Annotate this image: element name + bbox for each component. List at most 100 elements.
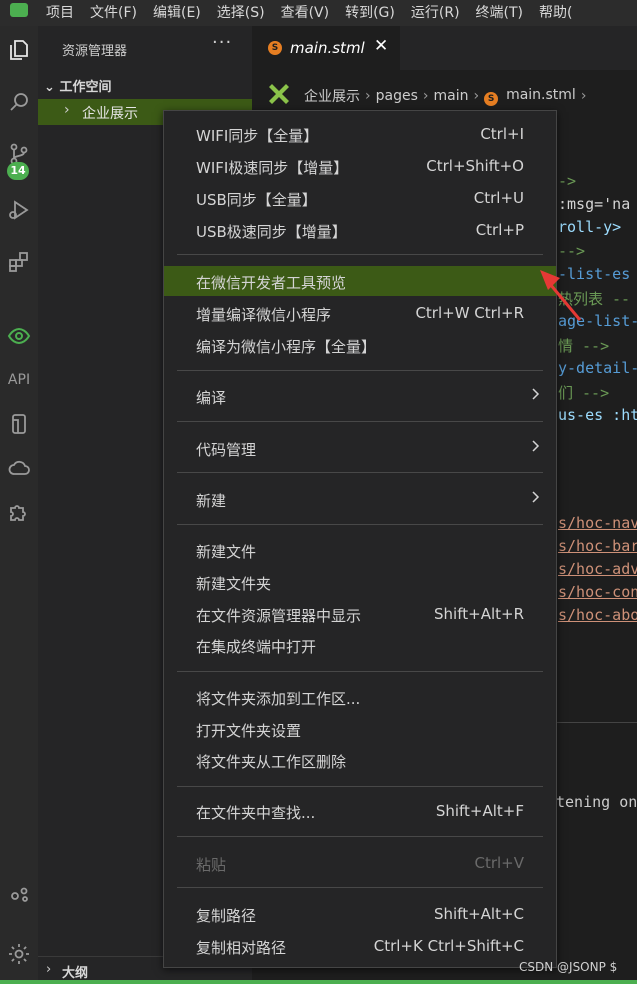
menu-add-folder-to-workspace[interactable]: 将文件夹添加到工作区... — [164, 682, 556, 712]
search-icon[interactable] — [0, 84, 38, 120]
gear-icon[interactable] — [0, 936, 38, 972]
settings-sync-icon[interactable] — [0, 876, 38, 912]
stml-file-icon: S — [268, 41, 282, 55]
menu-wifi-sync-full[interactable]: WIFI同步【全量】 Ctrl+I — [164, 119, 556, 149]
menu-usb-sync-full[interactable]: USB同步【全量】 Ctrl+U — [164, 183, 556, 213]
watermark: CSDN @JSONP $ — [519, 960, 618, 974]
api-icon[interactable]: API — [0, 372, 38, 388]
code-line: 们 --> — [558, 384, 610, 402]
menu-usb-sync-incremental[interactable]: USB极速同步【增量】 Ctrl+P — [164, 215, 556, 245]
menu-wechat-preview[interactable]: 在微信开发者工具预览 — [164, 266, 556, 296]
editor-tabbar: S main.stml ✕ — [252, 26, 637, 70]
menu-wifi-sync-incremental[interactable]: WIFI极速同步【增量】 Ctrl+Shift+O — [164, 151, 556, 181]
menu-separator — [177, 671, 543, 672]
menu-file[interactable]: 文件(F) — [82, 0, 145, 26]
menu-code-management[interactable]: 代码管理 — [164, 433, 556, 463]
folder-label: 企业展示 — [82, 106, 138, 122]
chevron-down-icon: ⌄ — [44, 80, 55, 95]
code-line: -> — [558, 172, 577, 190]
breadcrumb-item[interactable]: main — [433, 88, 468, 104]
chevron-right-icon: › — [580, 88, 587, 104]
code-line: roll-y> — [558, 218, 622, 236]
code-line: s/hoc-adv — [558, 560, 637, 578]
status-bar — [0, 980, 637, 984]
menu-separator — [177, 786, 543, 787]
menu-compile-wechat-full[interactable]: 编译为微信小程序【全量】 — [164, 330, 556, 360]
code-line: s/hoc-abo — [558, 606, 637, 624]
code-line: s/hoc-nav — [558, 514, 637, 532]
source-control-badge: 14 — [7, 162, 29, 180]
menu-copy-relative-path[interactable]: 复制相对路径 Ctrl+K Ctrl+Shift+C — [164, 931, 556, 961]
menu-terminal[interactable]: 终端(T) — [468, 0, 531, 26]
menu-new-file[interactable]: 新建文件 — [164, 535, 556, 565]
chevron-right-icon: › — [422, 88, 429, 104]
outline-label: 大纲 — [62, 966, 89, 981]
menu-separator — [177, 254, 543, 255]
preview-eye-icon[interactable] — [0, 318, 38, 354]
breadcrumb-item: main.stml — [506, 86, 576, 103]
mobile-icon[interactable] — [0, 406, 38, 442]
code-line: --> — [558, 242, 586, 260]
chevron-right-icon: › — [64, 102, 70, 118]
workspace-label: 工作空间 — [59, 80, 112, 95]
cloud-icon[interactable] — [0, 450, 38, 486]
code-line: y-detail- — [558, 359, 637, 377]
chevron-right-icon: › — [46, 962, 52, 977]
menu-copy-path[interactable]: 复制路径 Shift+Alt+C — [164, 899, 556, 929]
menu-reveal-in-explorer[interactable]: 在文件资源管理器中显示 Shift+Alt+R — [164, 599, 556, 629]
breadcrumb-item[interactable]: pages — [376, 88, 418, 104]
menu-select[interactable]: 选择(S) — [209, 0, 273, 26]
explorer-icon[interactable] — [0, 32, 38, 68]
menu-separator — [177, 887, 543, 888]
more-actions-icon[interactable]: ··· — [212, 32, 232, 53]
sidebar-title: 资源管理器 — [62, 44, 128, 59]
menu-find-in-folder[interactable]: 在文件夹中查找... Shift+Alt+F — [164, 796, 556, 826]
menu-edit[interactable]: 编辑(E) — [145, 0, 209, 26]
code-line: s/hoc-bar — [558, 537, 637, 555]
terminal-output: tening on — [556, 793, 637, 811]
breadcrumb-item[interactable]: 企业展示 — [304, 86, 360, 106]
breadcrumb-file[interactable]: Smain.stml — [484, 87, 576, 106]
menu-separator — [177, 836, 543, 837]
menu-goto[interactable]: 转到(G) — [337, 0, 403, 26]
menu-separator — [177, 524, 543, 525]
close-icon[interactable]: ✕ — [374, 36, 388, 56]
code-line: us-es :ht — [558, 406, 637, 424]
menu-paste: 粘贴 Ctrl+V — [196, 854, 524, 874]
menu-help[interactable]: 帮助( — [531, 0, 580, 26]
extensions-icon[interactable] — [0, 244, 38, 280]
code-line: s/hoc-con — [558, 583, 637, 601]
menu-new-folder[interactable]: 新建文件夹 — [164, 567, 556, 597]
code-line: :msg='na — [558, 195, 631, 213]
menu-separator — [177, 472, 543, 473]
activity-bar: 14 API — [0, 26, 38, 984]
code-line: 情 --> — [558, 337, 610, 355]
chevron-right-icon — [532, 440, 540, 452]
menu-remove-folder-from-workspace[interactable]: 将文件夹从工作区删除 — [164, 745, 556, 775]
menu-project[interactable]: 项目 — [38, 0, 82, 26]
stml-file-icon: S — [484, 91, 499, 106]
menu-new[interactable]: 新建 — [164, 484, 556, 514]
red-arrow-annotation — [540, 270, 582, 321]
chevron-right-icon: › — [473, 88, 480, 104]
menu-incremental-compile-wechat[interactable]: 增量编译微信小程序 Ctrl+W Ctrl+R — [164, 298, 556, 328]
menu-separator — [177, 421, 543, 422]
app-logo-icon — [0, 0, 38, 26]
chevron-right-icon: › — [365, 88, 371, 104]
tab-main-stml[interactable]: S main.stml ✕ — [252, 26, 400, 70]
plugin-icon[interactable] — [0, 494, 38, 530]
debug-icon[interactable] — [0, 192, 38, 228]
menu-open-folder-settings[interactable]: 打开文件夹设置 — [164, 714, 556, 744]
code-editor[interactable]: -> :msg='na roll-y> --> -list-es 热列表 -- age-… — [556, 122, 637, 722]
menu-view[interactable]: 查看(V) — [273, 0, 338, 26]
menu-open-in-terminal[interactable]: 在集成终端中打开 — [164, 630, 556, 660]
workspace-header[interactable]: ⌄ 工作空间 — [44, 76, 111, 95]
menubar: 项目 文件(F) 编辑(E) 选择(S) 查看(V) 转到(G) 运行(R) 终… — [0, 0, 637, 26]
chevron-right-icon — [532, 491, 540, 503]
context-menu: WIFI同步【全量】 Ctrl+I WIFI极速同步【增量】 Ctrl+Shift+… — [163, 110, 557, 968]
menu-compile[interactable]: 编译 — [164, 381, 556, 411]
chevron-right-icon — [532, 388, 540, 400]
menu-run[interactable]: 运行(R) — [403, 0, 468, 26]
panel-divider — [556, 722, 637, 723]
apicloud-logo-icon — [252, 84, 304, 108]
